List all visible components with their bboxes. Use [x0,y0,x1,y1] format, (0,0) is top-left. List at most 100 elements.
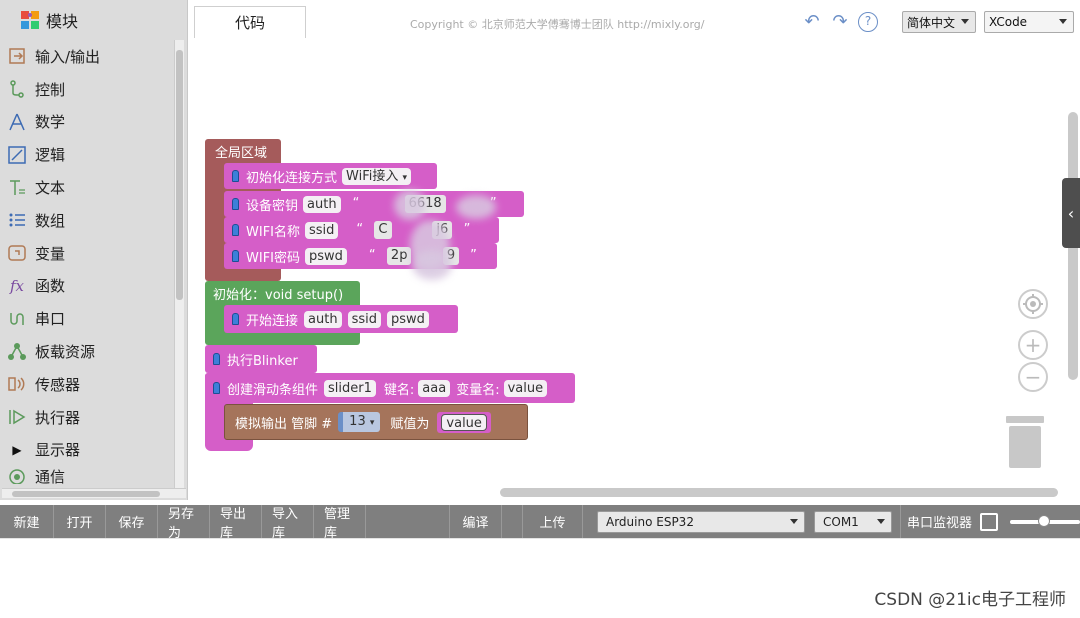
ssid-variable[interactable]: ssid [305,221,339,239]
output-console: CSDN @21ic电子工程师 [0,538,1080,618]
language-select[interactable]: 简体中文 [902,11,976,33]
slider-name-field[interactable]: slider1 [324,379,376,397]
category-label: 输入/输出 [35,47,101,66]
start-connection-block[interactable]: 开始连接 auth ssid pswd [224,305,458,333]
sidebar-horizontal-scrollbar[interactable] [2,488,186,498]
board-value: Arduino ESP32 [606,515,694,529]
wifi-name-label: WIFI名称 [246,224,300,240]
category-actuator[interactable]: 执行器 [0,401,187,434]
language-value: 简体中文 [907,15,956,30]
category-display[interactable]: ▶ 显示器 [0,434,187,467]
compile-button[interactable]: 编译 [450,505,502,538]
blinker-lamp-icon [213,353,220,365]
category-sensor[interactable]: 传感器 [0,368,187,401]
serial-monitor-button[interactable]: 串口监视器 [900,505,978,538]
device-key-label: 设备密钥 [246,198,299,214]
category-label: 文本 [35,179,66,198]
trash-icon[interactable] [1006,414,1044,468]
upload-button[interactable]: 上传 [523,505,583,538]
assign-value: value [441,413,487,431]
key-field[interactable]: aaa [418,379,451,397]
zoom-out-button[interactable]: − [1018,362,1048,392]
auth-variable[interactable]: auth [303,195,341,213]
chevron-down-icon [877,519,885,524]
toolbar-spacer [502,505,523,538]
board-select[interactable]: Arduino ESP32 [597,511,805,533]
port-select[interactable]: COM1 [814,511,892,533]
quote-open: “ [368,248,376,263]
category-label: 函数 [35,277,66,296]
connection-mode-value: WiFi接入 [346,168,399,184]
target-icon [1023,294,1043,314]
help-icon[interactable]: ? [858,12,878,32]
var-field[interactable]: value [503,379,548,397]
category-label: 传感器 [35,375,81,394]
array-icon [6,209,28,231]
flyout-toggle-button[interactable]: ‹ [1062,178,1080,248]
theme-select[interactable]: XCode [984,11,1074,33]
category-board-resource[interactable]: 板载资源 [0,335,187,368]
var-label: 变量名: [456,382,500,398]
zoom-in-button[interactable]: + [1018,330,1048,360]
recenter-button[interactable] [1018,289,1048,319]
manage-lib-button[interactable]: 管理库 [314,505,366,541]
plus-icon: + [1024,333,1042,357]
port-value: COM1 [823,515,859,529]
communication-icon [6,466,28,485]
copyright-text: Copyright © 北京师范大学傅骞博士团队 http://mixly.or… [410,18,705,31]
workspace-horizontal-scrollbar[interactable] [500,488,1058,497]
sidebar-vertical-scrollbar[interactable] [174,40,184,488]
category-label: 控制 [35,80,66,99]
import-lib-button[interactable]: 导入库 [262,505,314,541]
sidebar-title: 模块 [46,12,79,31]
scroll-thumb[interactable] [176,50,183,300]
save-as-button[interactable]: 另存为 [158,505,210,541]
connection-mode-dropdown[interactable]: WiFi接入 ▾ [342,167,412,185]
run-blinker-block[interactable]: 执行Blinker [205,345,317,373]
serial-icon [6,308,28,330]
analog-write-block[interactable]: 模拟输出 管脚 # 13 ▾ 赋值为 value [224,404,528,440]
chip-icon[interactable] [980,513,998,531]
category-logic[interactable]: 逻辑 [0,138,187,171]
logic-icon [6,144,28,166]
block-workspace[interactable]: 全局区域 初始化连接方式 WiFi接入 ▾ 设备密钥 auth “ 6618 ”… [188,40,1080,500]
category-serial[interactable]: 串口 [0,302,187,335]
export-lib-button[interactable]: 导出库 [210,505,262,541]
chevron-down-icon [1059,19,1067,24]
category-text[interactable]: 文本 [0,171,187,204]
control-icon [6,78,28,100]
auth-variable[interactable]: auth [304,310,342,328]
global-area-label: 全局区域 [215,146,268,161]
category-communication[interactable]: 通信 [0,466,187,485]
key-label: 键名: [383,382,415,398]
redo-icon[interactable]: ↷ [830,12,850,32]
wifi-password-block[interactable]: WIFI密码 pswd “ 2p 9 ” [224,243,497,269]
category-variable[interactable]: 变量 [0,237,187,270]
chevron-down-icon [961,19,969,24]
ssid-variable[interactable]: ssid [347,310,381,328]
category-control[interactable]: 控制 [0,73,187,106]
new-button[interactable]: 新建 [0,505,54,538]
function-icon: fx [9,276,24,295]
create-slider-header[interactable]: 创建滑动条组件 slider1 键名: aaa 变量名: value [205,373,575,403]
pswd-variable[interactable]: pswd [386,310,429,328]
zoom-slider[interactable] [1010,515,1080,527]
assign-value-field[interactable]: value [437,411,491,433]
scroll-thumb[interactable] [12,491,160,497]
pswd-variable[interactable]: pswd [305,247,347,265]
category-math[interactable]: 数学 [0,106,187,139]
save-button[interactable]: 保存 [106,505,158,538]
tab-code[interactable]: 代码 [194,6,306,38]
chevron-down-icon [790,519,798,524]
privacy-blur [456,195,496,219]
category-label: 逻辑 [35,146,66,165]
undo-icon[interactable]: ↶ [802,12,822,32]
category-array[interactable]: 数组 [0,204,187,237]
init-connection-block[interactable]: 初始化连接方式 WiFi接入 ▾ [224,163,437,189]
category-input-output[interactable]: 输入/输出 [0,40,187,73]
open-button[interactable]: 打开 [54,505,106,538]
slider-knob[interactable] [1038,515,1050,527]
wifi-name-block[interactable]: WIFI名称 ssid “ C j6 ” [224,217,499,243]
pin-dropdown[interactable]: 13 ▾ [338,412,381,432]
category-function[interactable]: fx 函数 [0,270,187,303]
